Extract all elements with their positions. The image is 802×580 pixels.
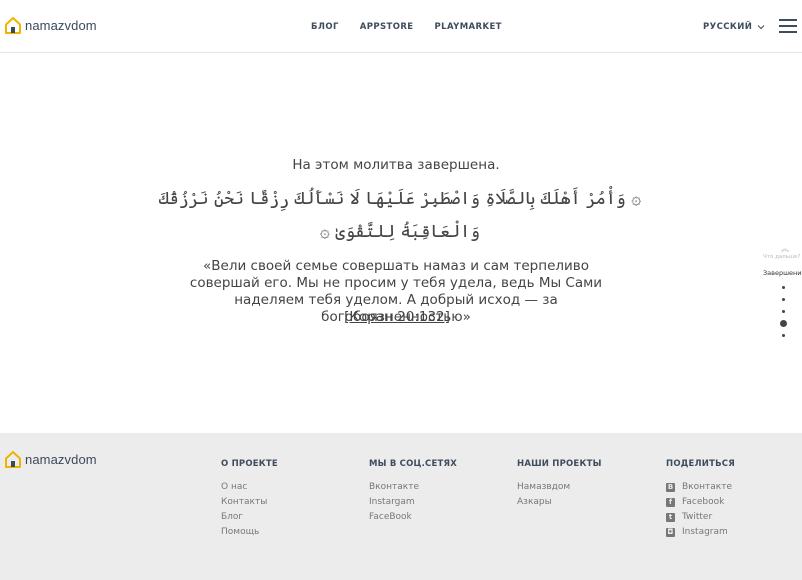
logo[interactable]: namazvdom xyxy=(5,17,97,34)
footer-link-vk[interactable]: Вконтакте xyxy=(369,480,457,495)
footer-column-share: ПОДЕЛИТЬСЯ B Вконтакте f Facebook t Twitter… xyxy=(666,459,735,540)
footer-link-instagram[interactable]: Instargam xyxy=(369,495,457,510)
column-title: МЫ В СОЦ.СЕТЯХ xyxy=(369,459,457,469)
footer-column-projects: НАШИ ПРОЕКТЫ Намазвдом Азкары xyxy=(517,459,602,510)
vk-icon: B xyxy=(666,483,675,492)
arabic-verse: ۞ وَأْمُرْ أَهْلَكَ بِالصَّلَاةِ وَاصْطَ… xyxy=(158,189,642,242)
footer-column-about: О ПРОЕКТЕ О нас Контакты Блог Помощь xyxy=(221,459,278,540)
logo-text: namazvdom xyxy=(25,18,97,33)
footer: namazvdom О ПРОЕКТЕ О нас Контакты Блог … xyxy=(0,433,802,580)
footer-link-contacts[interactable]: Контакты xyxy=(221,495,278,510)
footer-logo-text: namazvdom xyxy=(25,452,97,467)
page-title: На этом молитва завершена. xyxy=(292,157,500,173)
footer-link-blog[interactable]: Блог xyxy=(221,510,278,525)
footer-link-namazvdom[interactable]: Намазвдом xyxy=(517,480,602,495)
instagram-icon: ◘ xyxy=(666,528,675,537)
nav-playmarket[interactable]: PLAYMARKET xyxy=(435,22,502,32)
footer-link-about[interactable]: О нас xyxy=(221,480,278,495)
column-title: ПОДЕЛИТЬСЯ xyxy=(666,459,735,469)
house-logo-icon xyxy=(5,451,21,468)
footer-logo[interactable]: namazvdom xyxy=(5,451,97,468)
language-label: РУССКИЙ xyxy=(703,22,753,32)
footer-column-social: МЫ В СОЦ.СЕТЯХ Вконтакте Instargam FaceB… xyxy=(369,459,457,525)
nav-blog[interactable]: БЛОГ xyxy=(311,22,339,32)
house-logo-icon xyxy=(5,17,21,34)
verse-reference: [Коран 20:132] xyxy=(0,309,794,325)
language-selector[interactable]: РУССКИЙ xyxy=(703,22,765,32)
prayer-content: На этом молитва завершена. ۞ وَأْمُرْ أَ… xyxy=(0,53,802,433)
footer-link-azkary[interactable]: Азкары xyxy=(517,495,602,510)
nav-appstore[interactable]: APPSTORE xyxy=(360,22,414,32)
column-title: НАШИ ПРОЕКТЫ xyxy=(517,459,602,469)
share-label: Вконтакте xyxy=(682,482,732,492)
verse-reference-link[interactable]: [Коран 20:132] xyxy=(344,309,450,325)
header: namazvdom БЛОГ APPSTORE PLAYMARKET РУССК… xyxy=(0,0,802,53)
main-nav: БЛОГ APPSTORE PLAYMARKET xyxy=(311,22,523,32)
share-vk[interactable]: B Вконтакте xyxy=(666,480,735,495)
footer-link-facebook[interactable]: FaceBook xyxy=(369,510,457,525)
share-label: Instagram xyxy=(682,527,728,537)
menu-icon[interactable] xyxy=(779,19,797,33)
share-facebook[interactable]: f Facebook xyxy=(666,495,735,510)
share-instagram[interactable]: ◘ Instagram xyxy=(666,525,735,540)
step-dot[interactable] xyxy=(782,286,785,289)
twitter-icon: t xyxy=(666,513,675,522)
step-dot[interactable] xyxy=(782,334,785,337)
share-label: Facebook xyxy=(682,497,725,507)
footer-link-help[interactable]: Помощь xyxy=(221,525,278,540)
current-step-label: Завершение xyxy=(763,269,802,277)
share-label: Twitter xyxy=(682,512,713,522)
facebook-icon: f xyxy=(666,498,675,507)
double-chevron-up-icon[interactable]: ︽ xyxy=(781,243,789,254)
column-title: О ПРОЕКТЕ xyxy=(221,459,278,469)
next-step-label[interactable]: Что дальше? xyxy=(763,254,800,260)
share-twitter[interactable]: t Twitter xyxy=(666,510,735,525)
step-dot[interactable] xyxy=(782,298,785,301)
step-dot[interactable] xyxy=(782,310,785,313)
step-dot-active[interactable] xyxy=(780,320,787,327)
chevron-down-icon xyxy=(757,25,765,30)
